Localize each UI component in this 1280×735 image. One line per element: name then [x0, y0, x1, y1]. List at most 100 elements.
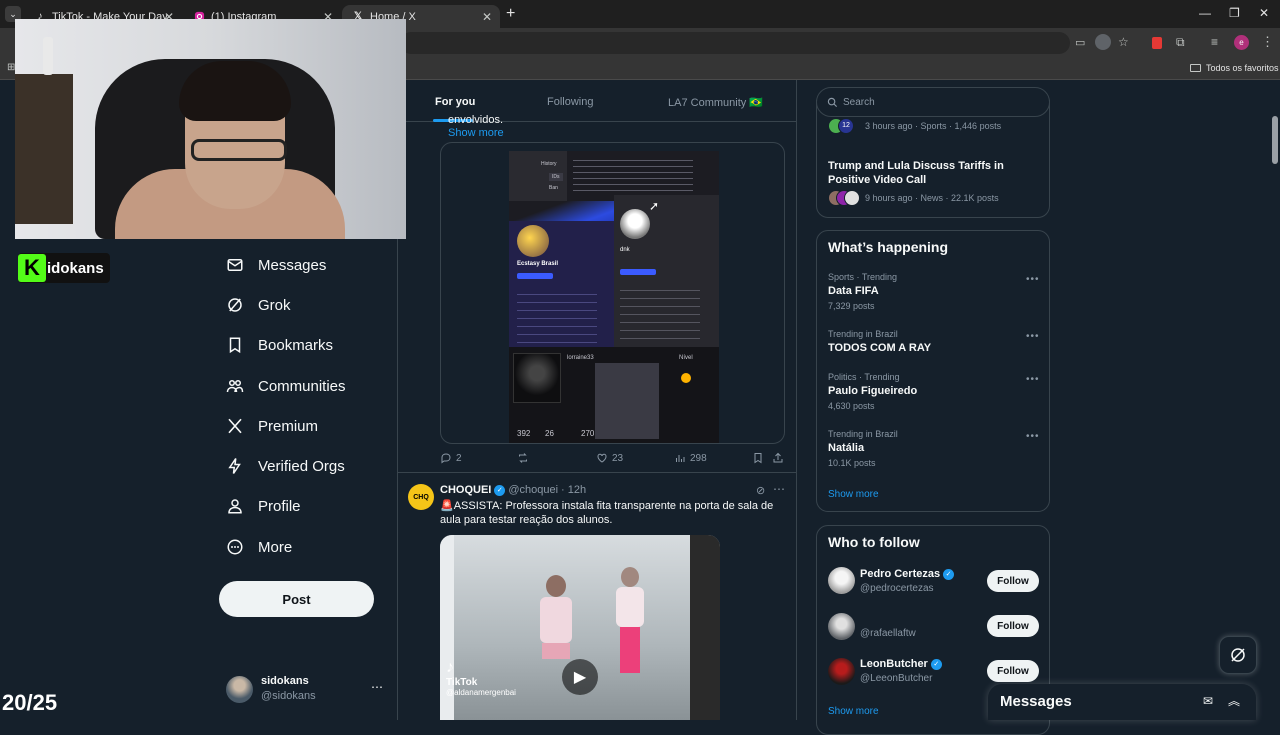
follow-button[interactable]: Follow [987, 615, 1039, 637]
nav-messages[interactable]: Messages [226, 250, 326, 280]
trends-show-more[interactable]: Show more [828, 489, 879, 500]
browser-menu-icon[interactable]: ⋮ [1261, 34, 1274, 50]
user-avatar[interactable] [828, 613, 855, 640]
tab-community[interactable]: LA7 Community 🇧🇷 [668, 96, 763, 109]
grok-icon [1231, 648, 1245, 662]
post-button[interactable]: Post [219, 581, 374, 617]
account-avatar [226, 676, 253, 703]
reading-list-icon[interactable]: ≡ [1211, 35, 1218, 49]
video-door-edge [690, 535, 720, 720]
extension-red-icon[interactable] [1152, 37, 1162, 49]
close-window-button[interactable]: ✕ [1259, 6, 1269, 20]
trend-more-icon[interactable]: ••• [1026, 374, 1040, 385]
bookmark-button[interactable] [752, 452, 768, 464]
nav-label: More [258, 538, 293, 556]
nav-more[interactable]: More [226, 532, 292, 562]
share-button[interactable] [772, 452, 788, 464]
image-character [513, 353, 561, 403]
grok-floating-button[interactable] [1219, 636, 1257, 674]
play-button-icon[interactable]: ▶ [562, 659, 598, 695]
user-name[interactable]: Pedro Certezas [860, 568, 940, 580]
post-more-icon[interactable]: ⋯ [773, 482, 785, 496]
like-button[interactable]: 23 [596, 452, 623, 464]
post-author[interactable]: CHOQUEI [440, 484, 491, 496]
post-header: CHOQUEI ✓ @choquei · 12h [440, 484, 586, 496]
minimize-button[interactable]: — [1199, 6, 1211, 20]
user-avatar[interactable] [828, 567, 855, 594]
new-message-icon[interactable]: ✉ [1203, 694, 1213, 708]
verified-badge-icon: ✓ [494, 484, 506, 496]
nav-premium[interactable]: Premium [226, 411, 318, 441]
trend-count: 7,329 posts [828, 301, 875, 311]
user-avatar[interactable] [828, 658, 855, 685]
post-media-frame[interactable]: History IDs Ban Ecstasy Brasil dnk lorra… [440, 142, 785, 444]
image-stat: 392 [517, 429, 531, 438]
user-handle: @pedrocertezas [860, 583, 934, 594]
follow-button[interactable]: Follow [987, 660, 1039, 682]
post-text: 🚨ASSISTA: Professora instala fita transp… [440, 500, 774, 526]
new-tab-button[interactable]: + [506, 5, 515, 23]
image-username: lorraine33 [567, 355, 594, 361]
post-video[interactable]: ▶ ♪ TikTok @aldanamergenbai [440, 535, 720, 720]
trend-name[interactable]: Natália [828, 442, 864, 454]
choquei-avatar[interactable]: CHQ [408, 484, 434, 510]
account-handle: @sidokans [261, 690, 316, 702]
all-bookmarks[interactable]: Todos os favoritos [1190, 63, 1279, 73]
trend-name[interactable]: TODOS COM A RAY [828, 342, 931, 354]
webcam-overlay [15, 19, 406, 239]
page-scrollbar[interactable] [1270, 80, 1280, 720]
news-item[interactable]: 12 3 hours ago · Sports · 1,446 posts [828, 118, 1001, 134]
grok-icon[interactable]: ⊘ [756, 484, 765, 497]
image-avatar [620, 209, 650, 239]
nav-grok[interactable]: Grok [226, 290, 291, 320]
address-field[interactable] [400, 32, 1070, 54]
tab-for-you[interactable]: For you [435, 96, 475, 108]
nav-verified-orgs[interactable]: Verified Orgs [226, 451, 345, 481]
user-name[interactable]: LeonButcher [860, 658, 928, 670]
image-username: dnk [620, 247, 630, 253]
tiktok-watermark-label: TikTok [446, 677, 478, 688]
verified-badge-icon: ✓ [930, 658, 942, 670]
follow-button[interactable]: Follow [987, 570, 1039, 592]
image-left-button [517, 273, 553, 279]
show-more-link[interactable]: Show more [448, 127, 504, 139]
account-switcher[interactable]: sidokans @sidokans ⋯ [226, 674, 386, 708]
trend-more-icon[interactable]: ••• [1026, 274, 1040, 285]
close-icon[interactable]: ✕ [482, 10, 492, 24]
trend-name[interactable]: Data FIFA [828, 285, 879, 297]
scrollbar-thumb[interactable] [1272, 116, 1278, 164]
news-meta: 3 hours ago · Sports · 1,446 posts [865, 121, 1002, 131]
follow-show-more[interactable]: Show more [828, 706, 879, 717]
image-avatar [517, 225, 549, 257]
image-popup [595, 363, 659, 439]
star-icon[interactable]: ☆ [1118, 35, 1129, 49]
news-title[interactable]: Trump and Lula Discuss Tariffs in Positi… [828, 159, 1038, 187]
extensions-puzzle-icon[interactable]: ⧉ [1176, 35, 1185, 50]
repost-button[interactable] [517, 452, 533, 464]
nav-bookmarks[interactable]: Bookmarks [226, 330, 333, 360]
post-handle[interactable]: @choquei [508, 484, 558, 496]
user-handle: @rafaellaftw [860, 628, 916, 639]
image-menu-item: Ban [549, 185, 558, 191]
bookmark-icon [754, 453, 762, 464]
nav-communities[interactable]: Communities [226, 371, 346, 401]
profile-avatar-icon[interactable]: e [1234, 35, 1249, 50]
post-time[interactable]: 12h [568, 484, 586, 496]
cast-icon[interactable]: ▭ [1075, 36, 1085, 49]
trend-category: Politics · Trending [828, 372, 900, 382]
expand-chevron-icon[interactable]: ︽ [1228, 692, 1240, 709]
tab-following[interactable]: Following [547, 96, 593, 108]
trend-more-icon[interactable]: ••• [1026, 331, 1040, 342]
nav-profile[interactable]: Profile [226, 491, 301, 521]
trend-name[interactable]: Paulo Figueiredo [828, 385, 917, 397]
nav-label: Communities [258, 377, 346, 395]
views-button[interactable]: 298 [674, 452, 707, 464]
messages-drawer[interactable]: Messages ✉ ︽ [988, 684, 1256, 720]
translate-icon[interactable] [1095, 34, 1111, 50]
bookmark-icon [229, 337, 241, 354]
trend-more-icon[interactable]: ••• [1026, 431, 1040, 442]
stream-counter: 20/25 [2, 690, 58, 715]
reply-button[interactable]: 2 [440, 452, 462, 464]
image-bottom-panel: lorraine33 Nível 392 26 270 [509, 347, 719, 443]
restore-button[interactable]: ❐ [1229, 6, 1240, 20]
